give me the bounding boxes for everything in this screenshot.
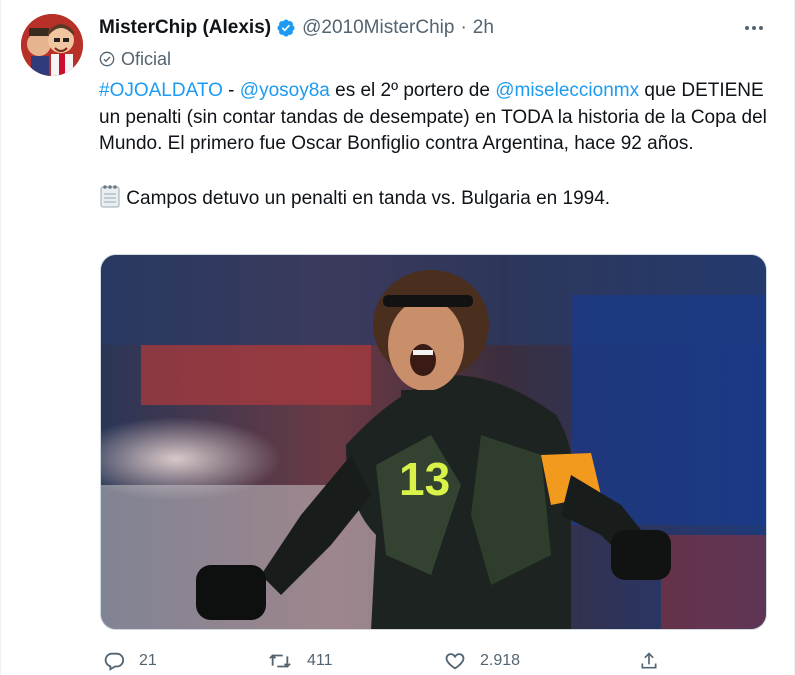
jersey-number: 13	[399, 453, 450, 505]
share-button[interactable]	[639, 647, 659, 675]
official-label: Oficial	[99, 48, 171, 70]
tweet-paragraph-2: Campos detuvo un penalti en tanda vs. Bu…	[99, 184, 769, 213]
mention-link-miseleccionmx[interactable]: @miseleccionmx	[495, 80, 639, 101]
official-badge-icon	[99, 51, 115, 67]
retweet-button[interactable]: 411	[267, 647, 333, 675]
text-segment-1: es el 2º portero de	[329, 80, 496, 101]
tweet-header: MisterChip (Alexis) @2010MisterChip · 2h	[99, 16, 494, 40]
avatar-caricature-icon	[21, 14, 83, 76]
timestamp[interactable]: 2h	[473, 17, 494, 39]
more-options-button[interactable]	[742, 18, 766, 38]
mention-link-yosoy8a[interactable]: @yosoy8a	[240, 80, 330, 101]
tweet[interactable]: MisterChip (Alexis) @2010MisterChip · 2h…	[0, 0, 795, 675]
retweet-count: 411	[307, 652, 333, 669]
photo-goalkeeper-celebrating-icon: 13	[101, 255, 766, 629]
separator-dot: ·	[460, 17, 467, 38]
spiral-notepad-icon	[100, 184, 120, 207]
hashtag-link[interactable]: #OJOALDATO	[99, 80, 223, 101]
verified-badge-icon	[276, 18, 296, 38]
official-label-text: Oficial	[121, 48, 172, 69]
heart-icon	[445, 653, 465, 670]
avatar[interactable]	[21, 14, 83, 76]
like-count: 2.918	[480, 652, 521, 669]
like-button[interactable]: 2.918	[444, 647, 520, 675]
display-name[interactable]: MisterChip (Alexis)	[99, 17, 271, 39]
text-dash: -	[222, 80, 240, 101]
reply-icon	[104, 652, 125, 671]
share-icon	[641, 652, 657, 669]
tweet-actions: 21 411 2.918	[99, 647, 659, 675]
reply-button[interactable]: 21	[103, 647, 157, 675]
more-dots-icon	[745, 26, 763, 30]
tweet-media-photo[interactable]: 13	[100, 254, 767, 630]
tweet-text: #OJOALDATO - @yosoy8a es el 2º portero d…	[99, 78, 769, 212]
reply-count: 21	[139, 652, 157, 669]
retweet-icon	[269, 654, 291, 668]
handle[interactable]: @2010MisterChip	[302, 17, 454, 39]
text-segment-3: Campos detuvo un penalti en tanda vs. Bu…	[121, 187, 611, 209]
tweet-paragraph-1: #OJOALDATO - @yosoy8a es el 2º portero d…	[99, 78, 769, 158]
